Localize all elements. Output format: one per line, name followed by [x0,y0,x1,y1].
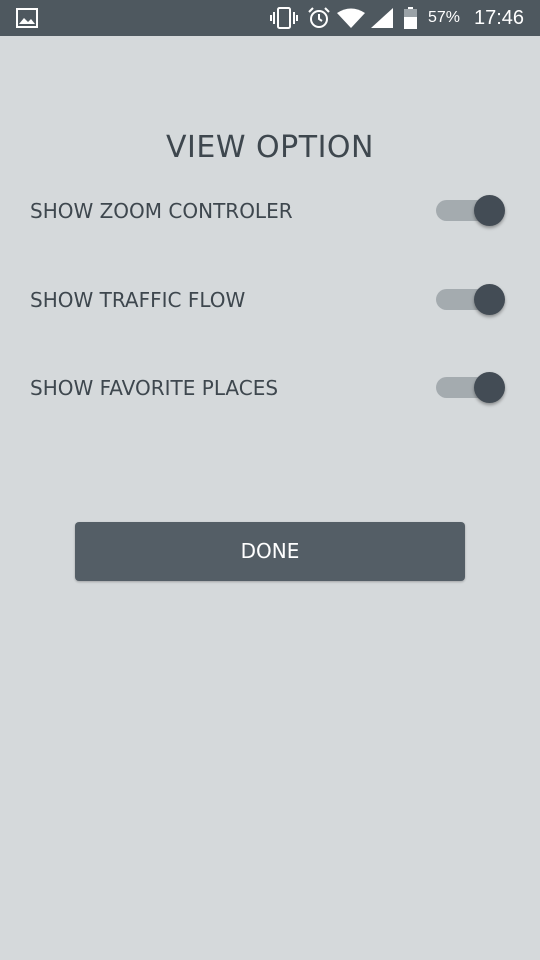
status-time: 17:46 [474,7,525,29]
option-show-favorite-places: SHOW FAVORITE PLACES [0,368,540,408]
switch-thumb [474,372,505,403]
status-bar: 57% 17:46 [0,0,540,36]
traffic-flow-toggle[interactable] [436,284,506,316]
gallery-icon [16,8,38,28]
alarm-icon [308,7,330,28]
option-show-zoom-controler: SHOW ZOOM CONTROLER [0,191,540,231]
option-show-traffic-flow: SHOW TRAFFIC FLOW [0,280,540,320]
switch-thumb [474,284,505,315]
favorite-places-toggle[interactable] [436,372,506,404]
option-label: SHOW FAVORITE PLACES [30,376,279,400]
battery-icon [404,7,417,29]
signal-icon [371,8,393,28]
vibrate-icon [270,7,298,29]
option-label: SHOW ZOOM CONTROLER [30,199,293,223]
wifi-icon [337,8,365,28]
option-label: SHOW TRAFFIC FLOW [30,288,246,312]
dialog-title: VIEW OPTION [166,130,374,165]
switch-thumb [474,195,505,226]
zoom-controler-toggle[interactable] [436,195,506,227]
battery-percent: 57% [428,9,461,26]
done-button[interactable]: DONE [75,522,465,581]
